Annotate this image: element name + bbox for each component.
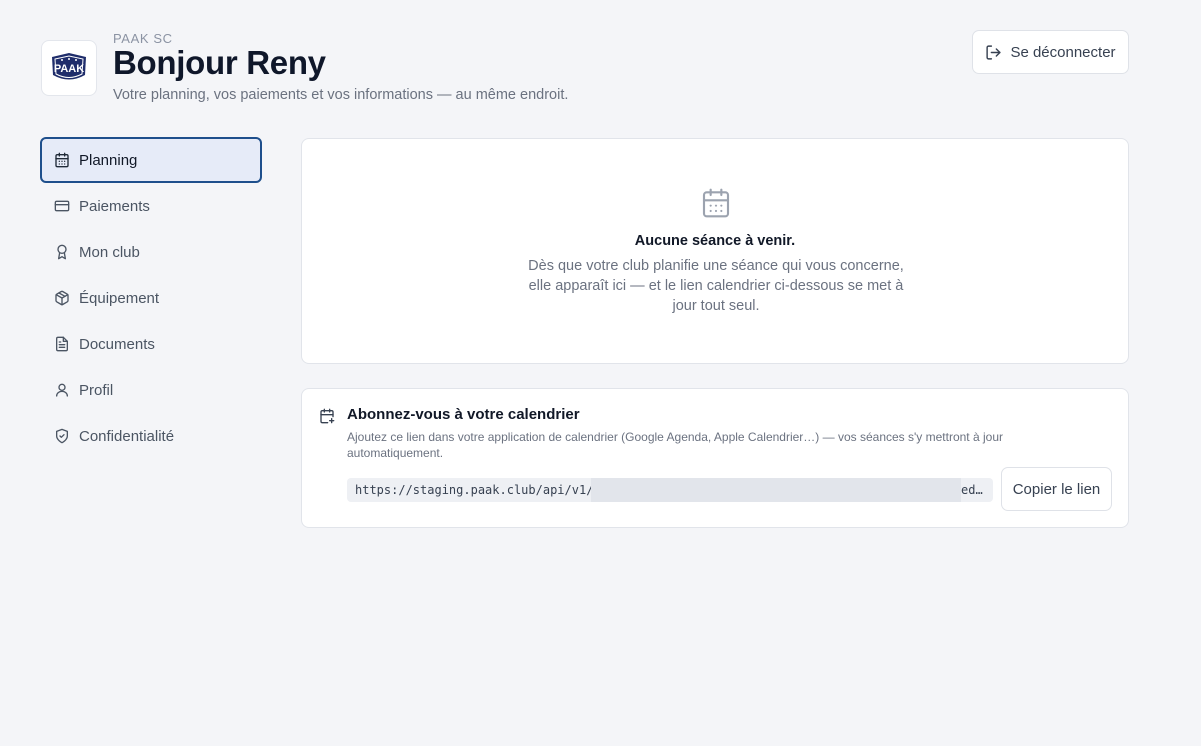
planning-empty-state: Aucune séance à venir. Dès que votre clu… bbox=[301, 138, 1129, 364]
sidebar-item-mon-club[interactable]: Mon club bbox=[40, 229, 262, 275]
page-title: Bonjour Reny bbox=[113, 44, 326, 81]
shield-check-icon bbox=[56, 428, 68, 444]
sidebar-item-label: Confidentialité bbox=[79, 427, 175, 445]
empty-state-title: Aucune séance à venir. bbox=[634, 233, 796, 249]
calendar-url-tail: ed… bbox=[961, 483, 983, 497]
sidebar-item-confidentialite[interactable]: Confidentialité bbox=[40, 413, 262, 459]
calendar-icon bbox=[55, 152, 69, 168]
sidebar-item-profil[interactable]: Profil bbox=[40, 367, 262, 413]
page-subtitle: Votre planning, vos paiements et vos inf… bbox=[113, 87, 569, 103]
package-icon bbox=[55, 290, 69, 306]
calendar-icon bbox=[702, 188, 730, 218]
club-logo-text: PAAK bbox=[54, 63, 84, 75]
sidebar-item-documents[interactable]: Documents bbox=[40, 321, 262, 367]
sidebar-item-label: Mon club bbox=[79, 243, 140, 261]
sidebar-item-planning[interactable]: Planning bbox=[40, 137, 262, 183]
sidebar-item-label: Paiements bbox=[79, 197, 150, 215]
credit-card-icon bbox=[54, 200, 70, 212]
page: PAAK PAAK SC Bonjour Reny Votre planning… bbox=[0, 0, 1201, 746]
calendar-url-text: https://staging.paak.club/api/v1/ bbox=[355, 483, 594, 497]
calendar-url-redaction bbox=[591, 478, 961, 502]
calendar-subscription-description: Ajoutez ce lien dans votre application d… bbox=[347, 430, 1003, 460]
sidebar-item-label: Profil bbox=[79, 381, 114, 399]
award-icon bbox=[57, 244, 67, 260]
copy-link-button[interactable]: Copier le lien bbox=[1001, 467, 1112, 511]
empty-state-text: Dès que votre club planifie une séance q… bbox=[528, 258, 904, 314]
file-text-icon bbox=[56, 336, 68, 352]
log-out-icon bbox=[986, 44, 1002, 60]
calendar-url-field[interactable]: https://staging.paak.club/api/v1/ ed… bbox=[347, 478, 993, 502]
sidebar-nav: Planning Paiements Mon club Équipement D… bbox=[40, 137, 262, 459]
sidebar-item-label: Documents bbox=[79, 335, 155, 353]
logout-button[interactable]: Se déconnecter bbox=[972, 30, 1129, 74]
sidebar-item-label: Équipement bbox=[79, 289, 160, 307]
club-logo-icon: PAAK bbox=[52, 53, 86, 80]
calendar-subscription-card: Abonnez-vous à votre calendrier Ajoutez … bbox=[301, 388, 1129, 528]
sidebar-item-label: Planning bbox=[79, 151, 138, 169]
logout-button-label: Se déconnecter bbox=[1010, 43, 1116, 61]
calendar-plus-icon bbox=[320, 408, 335, 424]
club-logo: PAAK bbox=[41, 40, 97, 96]
user-icon bbox=[56, 383, 68, 397]
sidebar-item-equipement[interactable]: Équipement bbox=[40, 275, 262, 321]
calendar-subscription-title: Abonnez-vous à votre calendrier bbox=[347, 406, 580, 423]
sidebar-item-paiements[interactable]: Paiements bbox=[40, 183, 262, 229]
